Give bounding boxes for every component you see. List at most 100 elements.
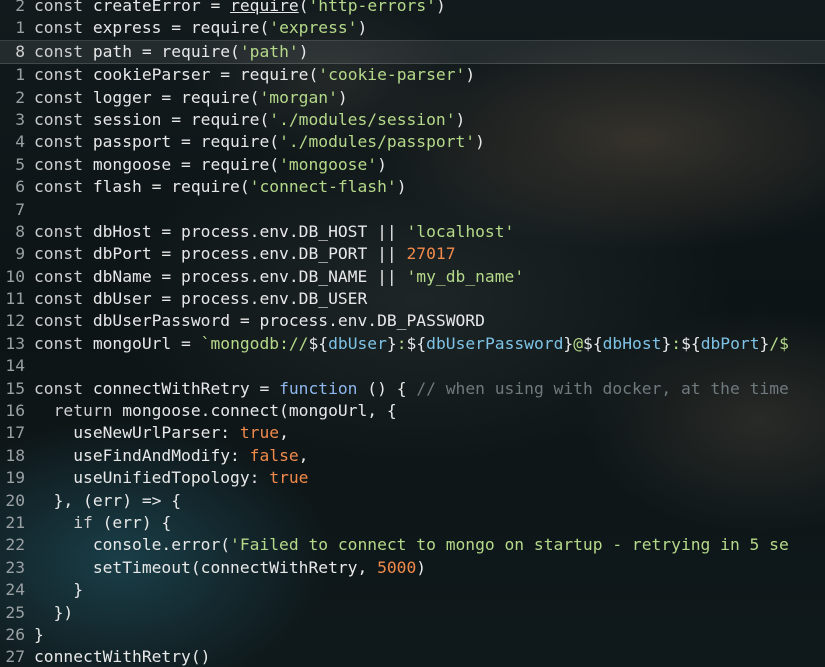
line-number: 8 bbox=[15, 41, 25, 61]
code-token: 'localhost' bbox=[406, 221, 515, 241]
code-token: const bbox=[34, 378, 84, 398]
code-token: dbUserPassword = process.env.DB_PASSWORD bbox=[83, 311, 485, 331]
line-number: 5 bbox=[15, 154, 25, 174]
code-line[interactable]: 8 const dbHost = process.env.DB_HOST || '… bbox=[0, 221, 825, 243]
code-line[interactable]: 20 }, (err) => { bbox=[0, 490, 825, 512]
code-line[interactable]: 2 const createError = require('http-error… bbox=[0, 0, 825, 17]
code-text: const flash = require('connect-flash') bbox=[34, 176, 407, 198]
code-token: dbPort = process.env.DB_PORT || bbox=[83, 244, 407, 264]
code-token: useUnifiedTopology: bbox=[34, 468, 270, 488]
code-line[interactable]: 22 console.error('Failed to connect to m… bbox=[0, 534, 825, 556]
line-number: 20 bbox=[5, 490, 25, 510]
code-line[interactable]: 9 const dbPort = process.env.DB_PORT || 2… bbox=[0, 243, 825, 265]
code-line[interactable]: 8 const path = require('path') bbox=[0, 39, 825, 65]
code-line[interactable]: 12 const dbUserPassword = process.env.DB_… bbox=[0, 310, 825, 332]
line-number: 14 bbox=[5, 356, 25, 376]
code-token: const bbox=[34, 289, 84, 309]
code-token: ${ bbox=[308, 333, 329, 353]
code-token: ) bbox=[396, 177, 407, 197]
code-token: const bbox=[34, 154, 84, 174]
code-token: true bbox=[269, 468, 309, 488]
code-line[interactable]: 6 const flash = require('connect-flash') bbox=[0, 176, 825, 198]
line-number: 15 bbox=[5, 378, 25, 398]
code-token: } bbox=[563, 333, 574, 353]
code-token: mongoose = require( bbox=[83, 154, 280, 174]
code-line[interactable]: 17 useNewUrlParser: true, bbox=[0, 422, 825, 444]
code-token: const bbox=[34, 132, 84, 152]
code-text: const session = require('./modules/sessi… bbox=[34, 109, 465, 131]
line-number: 24 bbox=[5, 580, 25, 600]
line-number: 10 bbox=[5, 266, 25, 286]
code-line[interactable]: 5 const mongoose = require('mongoose') bbox=[0, 154, 825, 176]
code-line[interactable]: 4 const passport = require('./modules/pas… bbox=[0, 131, 825, 153]
code-token: const bbox=[34, 177, 84, 197]
code-line[interactable]: 14 bbox=[0, 355, 825, 377]
code-text: connectWithRetry() bbox=[34, 646, 210, 667]
code-text: } bbox=[34, 624, 44, 646]
code-token: true bbox=[239, 423, 280, 443]
code-token: ) bbox=[377, 154, 387, 174]
line-number: 26 bbox=[5, 624, 25, 644]
code-token: : bbox=[671, 333, 682, 353]
line-number: 21 bbox=[5, 512, 25, 532]
code-line[interactable]: 27 connectWithRetry() bbox=[0, 646, 825, 667]
code-line[interactable]: 18 useFindAndModify: false, bbox=[0, 445, 825, 467]
code-token: setTimeout(connectWithRetry, bbox=[34, 557, 378, 577]
code-text: const mongoose = require('mongoose') bbox=[34, 154, 387, 176]
code-token: 'express' bbox=[269, 18, 358, 38]
code-token: session = require( bbox=[83, 109, 270, 129]
line-number: 4 bbox=[15, 132, 25, 152]
code-token: /$ bbox=[769, 333, 789, 353]
code-text: const createError = require('http-errors… bbox=[34, 0, 446, 17]
code-line[interactable]: 15 const connectWithRetry = function () {… bbox=[0, 378, 825, 400]
line-number: 8 bbox=[15, 221, 25, 241]
code-line[interactable]: 7 bbox=[0, 199, 825, 221]
code-token: path = require( bbox=[83, 41, 240, 61]
code-line[interactable]: 3 const session = require('./modules/sess… bbox=[0, 109, 825, 131]
code-line[interactable]: 10 const dbName = process.env.DB_NAME || … bbox=[0, 266, 825, 288]
code-token: function bbox=[279, 378, 358, 398]
code-token: 'http-errors' bbox=[308, 0, 436, 15]
code-token: if bbox=[34, 512, 93, 532]
code-token: cookieParser = require( bbox=[83, 65, 319, 85]
code-token: useNewUrlParser: bbox=[34, 423, 240, 443]
code-token: createError = bbox=[83, 0, 231, 15]
line-number: 9 bbox=[15, 244, 25, 264]
code-token: 'path' bbox=[239, 41, 299, 61]
code-token: const bbox=[34, 244, 84, 264]
code-token: const bbox=[34, 41, 84, 61]
code-text: const dbUser = process.env.DB_USER bbox=[34, 288, 367, 310]
code-line[interactable]: 25 }) bbox=[0, 602, 825, 624]
line-number: 7 bbox=[15, 199, 25, 219]
line-number: 22 bbox=[5, 535, 25, 555]
code-token: const bbox=[34, 311, 84, 331]
code-text: const dbPort = process.env.DB_PORT || 27… bbox=[34, 243, 456, 265]
code-area[interactable]: 2 const createError = require('http-error… bbox=[0, 0, 825, 667]
code-text: }) bbox=[34, 602, 74, 624]
code-token: ${ bbox=[406, 333, 427, 353]
code-line[interactable]: 24 } bbox=[0, 579, 825, 601]
line-number: 27 bbox=[5, 647, 25, 667]
code-token: './modules/passport' bbox=[279, 132, 476, 152]
code-text: return mongoose.connect(mongoUrl, { bbox=[34, 400, 397, 422]
code-token: , bbox=[298, 445, 309, 465]
code-line[interactable]: 16 return mongoose.connect(mongoUrl, { bbox=[0, 400, 825, 422]
code-line[interactable]: 19 useUnifiedTopology: true bbox=[0, 467, 825, 489]
code-line[interactable]: 21 if (err) { bbox=[0, 512, 825, 534]
code-token: // when using with docker, at the time bbox=[416, 378, 789, 398]
code-text: const passport = require('./modules/pass… bbox=[34, 131, 485, 153]
code-line[interactable]: 2 const logger = require('morgan') bbox=[0, 87, 825, 109]
code-token: dbUserPassword bbox=[426, 333, 564, 353]
code-token: }) bbox=[34, 602, 74, 622]
code-token: dbUser bbox=[328, 333, 387, 353]
code-line[interactable]: 1 const express = require('express') bbox=[0, 17, 825, 39]
line-number: 23 bbox=[5, 557, 25, 577]
code-line[interactable]: 11 const dbUser = process.env.DB_USER bbox=[0, 288, 825, 310]
code-editor[interactable]: 2 const createError = require('http-error… bbox=[0, 0, 825, 667]
code-token: const bbox=[34, 333, 84, 353]
code-token: ) bbox=[455, 109, 466, 129]
code-line[interactable]: 1 const cookieParser = require('cookie-pa… bbox=[0, 64, 825, 86]
code-line[interactable]: 26} bbox=[0, 624, 825, 646]
code-line[interactable]: 23 setTimeout(connectWithRetry, 5000) bbox=[0, 557, 825, 579]
code-line[interactable]: 13 const mongoUrl = `mongodb://${dbUser}:… bbox=[0, 333, 825, 355]
